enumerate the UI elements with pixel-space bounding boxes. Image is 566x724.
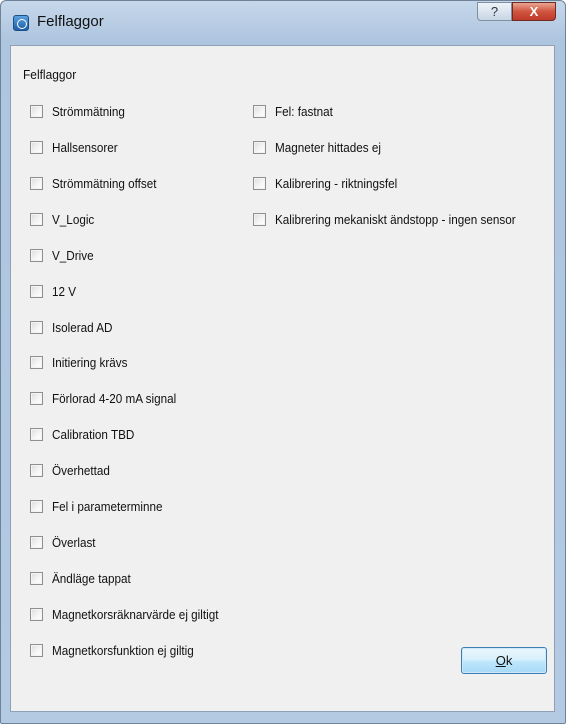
- flag-checkbox-overlast[interactable]: Överlast: [30, 534, 100, 550]
- flag-checkbox-v-drive[interactable]: V_Drive: [30, 247, 98, 263]
- flag-checkbox-calibration-tbd[interactable]: Calibration TBD: [30, 426, 144, 442]
- flag-checkbox-strommatning[interactable]: Strömmätning: [30, 103, 133, 119]
- flag-checkbox-hallsensorer[interactable]: Hallsensorer: [30, 139, 125, 155]
- checkbox-label: Fel: fastnat: [275, 103, 333, 119]
- checkbox-box[interactable]: [30, 320, 43, 334]
- checkbox-box[interactable]: [30, 427, 43, 441]
- checkbox-box[interactable]: [253, 176, 266, 190]
- checkbox-box[interactable]: [30, 248, 43, 262]
- checkbox-box[interactable]: [30, 176, 43, 190]
- checkbox-label: Kalibrering mekaniskt ändstopp - ingen s…: [275, 211, 516, 227]
- checkbox-box[interactable]: [30, 535, 43, 549]
- checkbox-label: Strömmätning offset: [52, 175, 157, 191]
- flag-checkbox-isolerad-ad[interactable]: Isolerad AD: [30, 319, 119, 335]
- flag-checkbox-v-logic[interactable]: V_Logic: [30, 211, 99, 227]
- checkbox-label: V_Drive: [52, 247, 94, 263]
- checkbox-label: Magneter hittades ej: [275, 139, 382, 155]
- checkbox-box[interactable]: [30, 571, 43, 585]
- checkbox-label: Överhettad: [52, 462, 110, 478]
- window-title: Felflaggor: [37, 13, 104, 30]
- checkbox-box[interactable]: [30, 607, 43, 621]
- checkbox-label: Fel i parameterminne: [52, 498, 163, 514]
- checkbox-box[interactable]: [30, 284, 43, 298]
- checkbox-box[interactable]: [30, 140, 43, 154]
- flag-checkbox-strommatning-offset[interactable]: Strömmätning offset: [30, 175, 168, 191]
- flag-checkbox-andlage-tappat[interactable]: Ändläge tappat: [30, 570, 139, 586]
- flag-checkbox-kalibrering-riktningsfel[interactable]: Kalibrering - riktningsfel: [253, 175, 411, 191]
- checkbox-box[interactable]: [30, 212, 43, 226]
- checkbox-label: Isolerad AD: [52, 319, 113, 335]
- ok-mnemonic: O: [495, 653, 506, 668]
- checkbox-label: Hallsensorer: [52, 139, 118, 155]
- checkbox-label: Calibration TBD: [52, 426, 135, 442]
- flag-checkbox-magnetkorsraknarvarde[interactable]: Magnetkorsräknarvärde ej giltigt: [30, 606, 237, 622]
- checkbox-label: Ändläge tappat: [52, 570, 131, 586]
- ok-label-rest: k: [505, 653, 513, 668]
- group-label: Felflaggor: [23, 67, 77, 82]
- title-bar[interactable]: Felflaggor ? X: [1, 1, 565, 45]
- checkbox-box[interactable]: [30, 643, 43, 657]
- flag-checkbox-fel-fastnat[interactable]: Fel: fastnat: [253, 103, 339, 119]
- flag-checkbox-overhettad[interactable]: Överhettad: [30, 462, 116, 478]
- checkbox-box[interactable]: [30, 391, 43, 405]
- flag-checkbox-kalibrering-andstopp[interactable]: Kalibrering mekaniskt ändstopp - ingen s…: [253, 211, 542, 227]
- checkbox-box[interactable]: [253, 140, 266, 154]
- flag-checkbox-initiering-kravs[interactable]: Initiering krävs: [30, 354, 136, 370]
- checkbox-label: Kalibrering - riktningsfel: [275, 175, 398, 191]
- flag-checkbox-forlorad-signal[interactable]: Förlorad 4-20 mA signal: [30, 390, 190, 406]
- checkbox-box[interactable]: [30, 104, 43, 118]
- checkbox-box[interactable]: [30, 499, 43, 513]
- help-button[interactable]: ?: [477, 2, 512, 21]
- checkbox-label: V_Logic: [52, 211, 95, 227]
- close-icon: X: [529, 4, 539, 19]
- checkbox-label: Överlast: [52, 534, 96, 550]
- app-icon: [13, 15, 29, 31]
- ok-button[interactable]: Ok: [461, 647, 547, 674]
- checkbox-box[interactable]: [30, 355, 43, 369]
- checkbox-box[interactable]: [30, 463, 43, 477]
- checkbox-label: Initiering krävs: [52, 354, 128, 370]
- flag-checkbox-magnetkorsfunktion[interactable]: Magnetkorsfunktion ej giltig: [30, 642, 210, 658]
- checkbox-label: 12 V: [52, 283, 77, 299]
- flag-checkbox-12v[interactable]: 12 V: [30, 283, 79, 299]
- close-button[interactable]: X: [512, 2, 556, 21]
- flag-checkbox-fel-parameterminne[interactable]: Fel i parameterminne: [30, 498, 175, 514]
- flag-checkbox-magneter-hittades-ej[interactable]: Magneter hittades ej: [253, 139, 393, 155]
- checkbox-label: Förlorad 4-20 mA signal: [52, 390, 177, 406]
- question-icon: ?: [490, 4, 499, 19]
- checkbox-label: Magnetkorsräknarvärde ej giltigt: [52, 606, 219, 622]
- checkbox-label: Magnetkorsfunktion ej giltig: [52, 642, 194, 658]
- checkbox-box[interactable]: [253, 104, 266, 118]
- checkbox-box[interactable]: [253, 212, 266, 226]
- checkbox-label: Strömmätning: [52, 103, 125, 119]
